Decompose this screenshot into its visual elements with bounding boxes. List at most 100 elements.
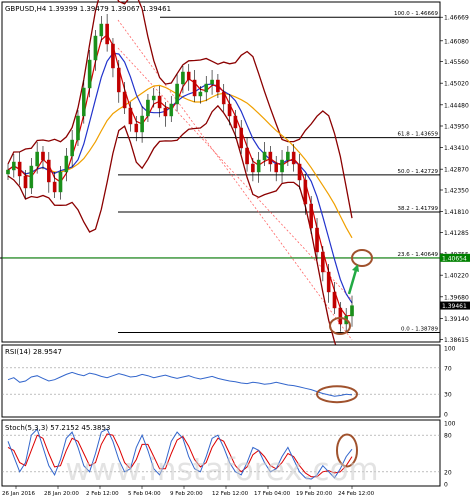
stoch-tick-label: 80: [444, 433, 452, 440]
candle-body: [163, 107, 168, 117]
candle-body: [151, 95, 156, 101]
stoch-tick-label: 0: [444, 482, 448, 489]
candle-body: [321, 251, 325, 273]
candle-body: [291, 151, 296, 165]
candle-body: [256, 159, 261, 173]
candle-body: [134, 123, 139, 133]
current-price-tag: 1.39461: [442, 303, 467, 310]
fib-label: 23.6 - 1.40649: [398, 252, 439, 258]
candle-body: [332, 291, 337, 309]
rsi-tick-label: 70: [444, 365, 452, 372]
candle-body: [280, 159, 284, 173]
candle-body: [111, 43, 115, 69]
candle-body: [286, 151, 290, 161]
candle-body: [350, 305, 354, 317]
candle-body: [122, 91, 127, 109]
watermark: www.instaforex.com: [65, 452, 379, 488]
candle-body: [303, 179, 308, 205]
price-tick-label: 1.43410: [444, 145, 469, 152]
time-tick-label: 19 Feb 20:00: [296, 491, 333, 497]
candle-body: [274, 163, 279, 173]
fib-label: 61.8 - 1.43659: [398, 132, 439, 138]
candle-body: [47, 159, 51, 183]
candle-body: [105, 23, 109, 45]
candle-body: [175, 83, 179, 105]
candle-body: [41, 151, 45, 161]
time-tick-label: 12 Feb 12:00: [212, 491, 249, 497]
chart-root: 1.46669 1.46080 1.45560 1.45020 1.44480 1.439…: [0, 0, 470, 497]
candle-body: [233, 115, 238, 129]
time-tick-label: 24 Feb 12:00: [338, 491, 375, 497]
price-tick-label: 1.45020: [444, 81, 469, 88]
candle-body: [338, 307, 343, 325]
candle-body: [315, 227, 319, 253]
fib-label: 50.0 - 1.42729: [398, 169, 439, 175]
candle-body: [216, 79, 220, 93]
fib-label: 100.0 - 1.46669: [394, 11, 438, 17]
candle-body: [23, 175, 28, 189]
candle-body: [262, 151, 267, 161]
time-tick-label: 17 Feb 04:00: [254, 491, 291, 497]
candle-body: [87, 59, 92, 89]
green-level-tag: 1.40654: [442, 255, 467, 262]
price-tick-label: 1.42350: [444, 188, 469, 195]
time-tick-label: 2 Feb 12:00: [86, 491, 119, 497]
candle-body: [35, 151, 39, 167]
stoch-tick-label: 100: [444, 421, 456, 428]
candle-body: [210, 79, 214, 85]
candle-body: [99, 23, 104, 37]
candle-body: [6, 169, 10, 175]
price-axis: 1.46669 1.46080 1.45560 1.45020 1.44480 1.439…: [440, 15, 469, 344]
candle-body: [227, 103, 232, 117]
candle-body: [81, 87, 86, 117]
candle-body: [29, 165, 34, 189]
price-tick-label: 1.43950: [444, 124, 469, 131]
candle-body: [70, 139, 74, 157]
rsi-tick-label: 0: [444, 412, 448, 419]
time-tick-label: 26 Jan 2016: [2, 491, 35, 497]
time-tick-label: 28 Jan 20:00: [44, 491, 79, 497]
candle-body: [204, 83, 209, 93]
candle-body: [221, 91, 226, 105]
candle-body: [169, 103, 174, 117]
candle-body: [52, 181, 57, 193]
candle-body: [251, 163, 255, 173]
candle-body: [192, 79, 197, 97]
stoch-tick-label: 20: [444, 469, 452, 476]
price-tick-label: 1.46080: [444, 38, 469, 45]
price-tick-label: 1.41285: [444, 230, 469, 237]
candle-body: [128, 107, 133, 125]
fib-label: 0.0 - 1.38789: [401, 326, 438, 332]
candle-body: [239, 127, 244, 149]
fib-label: 38.2 - 1.41799: [398, 206, 439, 212]
candle-body: [17, 161, 22, 177]
candle-body: [140, 115, 144, 133]
candle-body: [76, 115, 80, 141]
candle-body: [245, 147, 249, 165]
candle-body: [157, 95, 162, 109]
price-tick-label: 1.39680: [444, 294, 469, 301]
candle-body: [93, 35, 98, 61]
price-tick-label: 1.45560: [444, 59, 469, 66]
rsi-label: RSI(14) 28.9547: [5, 348, 62, 356]
time-tick-label: 9 Feb 20:00: [170, 491, 203, 497]
candle-body: [181, 71, 185, 85]
candle-body: [12, 161, 16, 171]
rsi-tick-label: 30: [444, 392, 452, 399]
price-tick-label: 1.46669: [444, 15, 469, 22]
candle-body: [309, 203, 313, 229]
chart-header: GBPUSD,H4 1.39399 1.39479 1.39067 1.3946…: [5, 5, 171, 13]
candle-body: [297, 163, 302, 181]
price-tick-label: 1.42870: [444, 167, 469, 174]
price-tick-label: 1.41810: [444, 209, 469, 216]
rsi-panel: [1, 344, 441, 418]
candle-body: [58, 171, 63, 193]
price-tick-label: 1.38615: [444, 337, 469, 344]
candle-body: [186, 71, 191, 81]
price-tick-label: 1.40220: [444, 273, 469, 280]
candle-body: [326, 271, 331, 293]
time-tick-label: 5 Feb 04:00: [128, 491, 161, 497]
price-tick-label: 1.44480: [444, 102, 469, 109]
candle-body: [64, 155, 69, 173]
price-tick-label: 1.39140: [444, 316, 469, 323]
